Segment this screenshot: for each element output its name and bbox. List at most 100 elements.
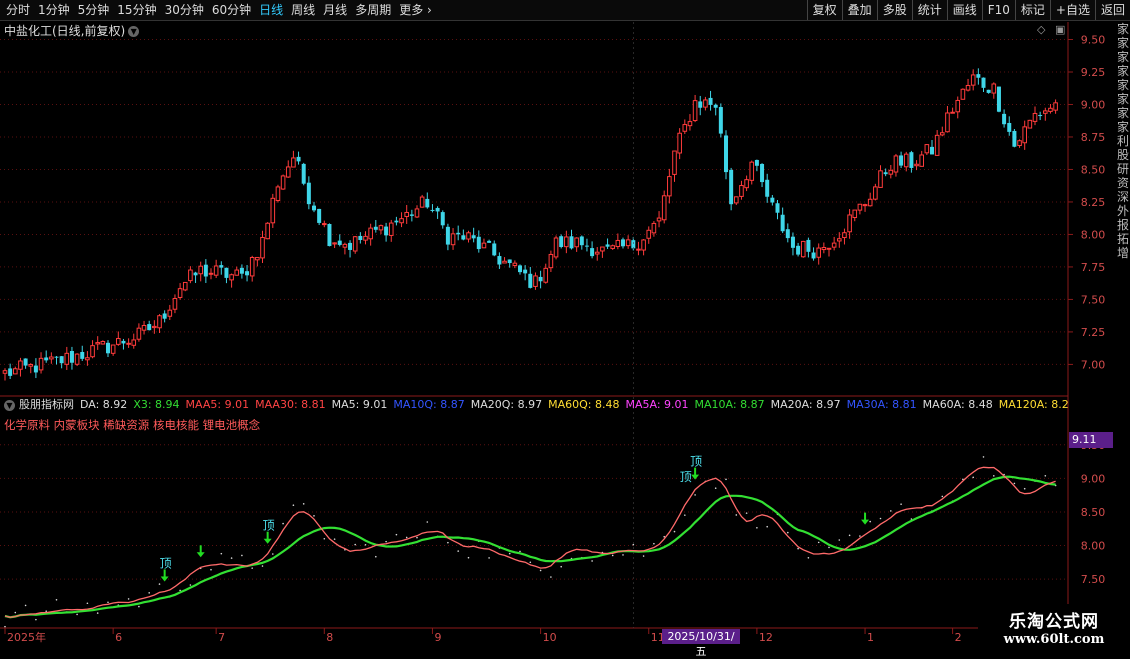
series-line-fast: [4, 466, 1056, 618]
indicator-dot-50: [261, 565, 264, 567]
candle-body-180: [930, 146, 934, 155]
candle-body-103: [533, 275, 538, 287]
indicator-dot-74: [385, 540, 387, 543]
candle-body-199: [1027, 119, 1033, 129]
watermark: 乐淘公式网 www.60lt.com: [978, 604, 1130, 650]
indicator-dot-30: [158, 583, 161, 585]
candle-body-67: [348, 242, 353, 250]
candle-body-194: [1002, 113, 1007, 125]
candle-body-126: [651, 222, 657, 234]
indicator-value-4: MA5: 9.01: [331, 398, 388, 411]
indicator-dot-118: [611, 554, 614, 557]
candle-body-164: [847, 214, 852, 233]
candle-body-49: [255, 256, 260, 261]
indicator-value-12: MA60A: 8.48: [922, 398, 993, 411]
time-tick-label-1: 6: [115, 631, 122, 644]
candle-body-68: [352, 236, 358, 252]
indicator-menu-icon[interactable]: ▼: [4, 399, 15, 411]
candle-body-82: [425, 198, 430, 208]
candle-body-24: [126, 342, 131, 345]
indicator-dot-24: [127, 598, 130, 600]
candle-body-13: [69, 350, 74, 363]
candle-body-119: [615, 239, 621, 248]
time-tick-label-3: 8: [326, 631, 333, 644]
time-tick-label-4: 9: [434, 631, 441, 644]
top-marker-3: 顶: [263, 519, 275, 533]
indicator-dot-2: [14, 611, 17, 614]
indicator-dot-34: [179, 589, 181, 592]
indicator-dot-172: [890, 510, 892, 512]
indicator-dot-68: [354, 543, 357, 546]
candle-body-112: [579, 236, 584, 246]
price-tick-label-6: 8.50: [1081, 163, 1106, 176]
candle-body-125: [646, 229, 652, 239]
indicator-dot-52: [272, 553, 274, 555]
candle-body-26: [136, 327, 142, 340]
indicator-dot-108: [560, 565, 562, 568]
indicator-dot-18: [96, 612, 99, 614]
indicator-dot-76: [395, 533, 398, 536]
indicator-header: ▼ 股朋指标网 DA: 8.92 X3: 8.94 MAA5: 9.01 MAA30: 8…: [4, 398, 1070, 412]
candle-body-86: [445, 226, 450, 245]
indicator-dot-86: [447, 541, 449, 544]
indicator-dot-8: [45, 610, 47, 612]
candle-body-62: [322, 223, 327, 226]
candle-body-124: [641, 239, 646, 251]
indicator-dot-100: [519, 550, 521, 553]
indicator-dot-94: [488, 557, 490, 559]
candle-body-41: [213, 265, 219, 276]
watermark-line2: www.60lt.com: [1003, 632, 1105, 647]
indicator-name: 股朋指标网: [19, 398, 74, 411]
candle-body-191: [986, 89, 991, 93]
indicator-dot-28: [148, 592, 150, 594]
indicator-dot-140: [725, 478, 727, 481]
candle-body-133: [687, 121, 693, 127]
candle-body-35: [182, 281, 188, 291]
candle-body-1: [8, 368, 13, 376]
indicator-dot-130: [673, 530, 676, 533]
candle-body-108: [559, 236, 564, 248]
indicator-dot-88: [457, 550, 460, 552]
candle-body-95: [492, 243, 497, 256]
candle-body-184: [950, 111, 955, 114]
candle-body-165: [852, 209, 858, 219]
candle-body-121: [625, 239, 631, 247]
candle-body-87: [450, 233, 456, 246]
candle-body-160: [826, 247, 832, 250]
indicator-dot-48: [251, 567, 253, 569]
candle-body-196: [1012, 130, 1017, 147]
candle-body-50: [260, 236, 265, 259]
candle-body-138: [713, 104, 718, 108]
price-tick-label-0: 7.00: [1081, 358, 1106, 371]
indicator-value-3: MAA30: 8.81: [255, 398, 326, 411]
candle-body-14: [74, 353, 80, 365]
indicator-dot-198: [1023, 487, 1026, 490]
indicator-dot-98: [508, 552, 511, 555]
candle-body-77: [399, 218, 404, 224]
indicator-dot-124: [642, 555, 645, 557]
candle-body-75: [388, 222, 394, 236]
candle-body-113: [584, 245, 589, 247]
candle-body-144: [744, 179, 749, 189]
candle-body-37: [193, 272, 198, 276]
candle-body-55: [285, 166, 291, 178]
candle-body-145: [749, 161, 755, 181]
candle-body-181: [934, 134, 940, 156]
candle-body-69: [358, 235, 363, 241]
candle-body-171: [883, 172, 888, 175]
candle-body-61: [317, 208, 322, 223]
candle-body-198: [1022, 126, 1028, 144]
candle-body-28: [147, 324, 152, 331]
candle-body-104: [538, 276, 543, 282]
candle-body-152: [785, 229, 790, 239]
price-tick-label-9: 9.25: [1081, 66, 1106, 79]
indicator-dot-78: [405, 536, 408, 539]
candle-body-11: [59, 356, 64, 364]
candle-body-84: [435, 207, 440, 212]
candle-body-131: [677, 132, 682, 154]
candle-body-102: [528, 273, 533, 288]
candle-body-105: [543, 267, 549, 283]
candle-body-8: [44, 357, 49, 361]
candle-body-60: [312, 205, 316, 211]
time-tick-label-2: 7: [218, 631, 225, 644]
